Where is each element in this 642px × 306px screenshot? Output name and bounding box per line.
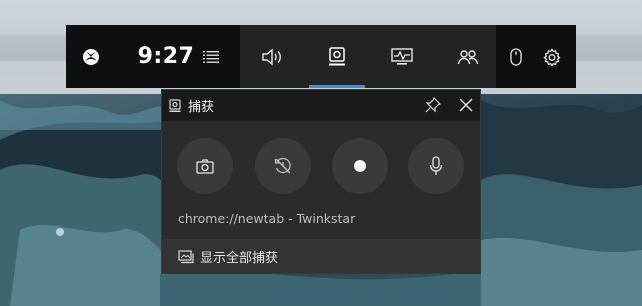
camera-icon bbox=[196, 158, 214, 174]
microphone-icon bbox=[429, 156, 443, 175]
capture-widget-header[interactable]: 捕获 bbox=[162, 90, 480, 121]
capture-widget-icon bbox=[169, 98, 181, 117]
show-all-captures-link[interactable]: 显示全部捕获 bbox=[162, 239, 480, 273]
record-dot-icon bbox=[354, 160, 366, 172]
mic-toggle-button[interactable] bbox=[408, 138, 464, 194]
capture-icon[interactable] bbox=[320, 25, 354, 88]
xbox-logo-icon[interactable] bbox=[76, 25, 106, 88]
capture-source-caption: chrome://newtab - Twinkstar bbox=[178, 211, 356, 226]
game-bar: 9:27 bbox=[66, 25, 576, 88]
record-last-30s-button[interactable] bbox=[255, 138, 311, 194]
menu-icon[interactable] bbox=[196, 25, 226, 88]
performance-icon[interactable] bbox=[384, 25, 420, 88]
show-all-captures-label: 显示全部捕获 bbox=[200, 251, 279, 266]
pin-icon[interactable] bbox=[424, 96, 442, 118]
mouse-icon[interactable] bbox=[504, 25, 528, 88]
gallery-icon bbox=[178, 249, 194, 268]
capture-widget-title: 捕获 bbox=[188, 100, 215, 115]
social-icon[interactable] bbox=[450, 25, 486, 88]
screenshot-button[interactable] bbox=[177, 138, 233, 194]
settings-icon[interactable] bbox=[538, 25, 566, 88]
clock-time: 9:27 bbox=[137, 43, 195, 69]
record-history-disabled-icon bbox=[274, 157, 291, 174]
close-icon[interactable] bbox=[457, 96, 475, 118]
capture-widget: 捕获 chrome://newtab - Twinkstar 显示全部捕获 bbox=[161, 89, 481, 274]
active-tab-indicator bbox=[309, 85, 365, 88]
audio-icon[interactable] bbox=[254, 25, 290, 88]
start-recording-button[interactable] bbox=[332, 138, 388, 194]
